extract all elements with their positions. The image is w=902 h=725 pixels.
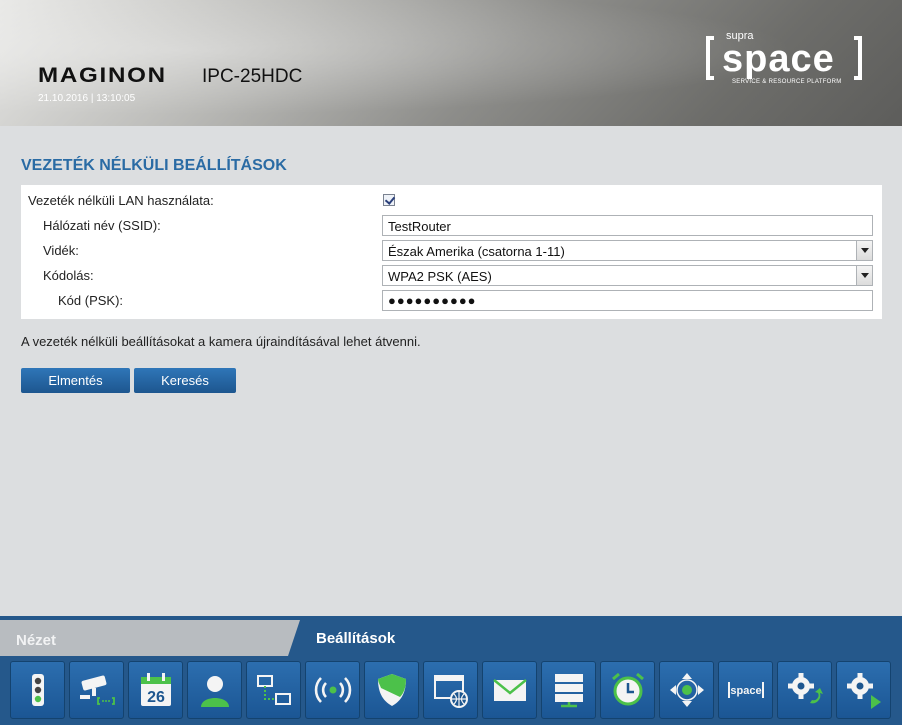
restart-note: A vezeték nélküli beállításokat a kamera… — [21, 334, 421, 349]
svg-text:space: space — [730, 685, 761, 697]
wlan-checkbox[interactable] — [383, 194, 395, 206]
camera-icon[interactable] — [69, 661, 124, 719]
mail-icon[interactable] — [482, 661, 537, 719]
ptz-control-icon[interactable] — [659, 661, 714, 719]
wlan-label: Vezeték nélküli LAN használata: — [28, 193, 214, 208]
encryption-value: WPA2 PSK (AES) — [388, 269, 492, 284]
svg-text:26: 26 — [147, 689, 165, 706]
tab-view[interactable]: Nézet — [0, 620, 300, 656]
main-content: VEZETÉK NÉLKÜLI BEÁLLÍTÁSOK Vezeték nélk… — [0, 126, 902, 616]
settings-gear-icon[interactable] — [777, 661, 832, 719]
calendar-icon[interactable]: 26 — [128, 661, 183, 719]
row-region: Vidék: Észak Amerika (csatorna 1-11) — [21, 239, 882, 263]
supra-space-icon[interactable]: space — [718, 661, 773, 719]
save-button[interactable]: Elmentés — [21, 368, 130, 393]
region-value: Észak Amerika (csatorna 1-11) — [388, 244, 565, 259]
row-wlan: Vezeték nélküli LAN használata: — [21, 189, 882, 213]
psk-label: Kód (PSK): — [58, 293, 124, 308]
encryption-label: Kódolás: — [43, 268, 94, 283]
status-light-icon[interactable] — [10, 661, 65, 719]
psk-password-input[interactable]: ●●●●●●●●●● — [382, 290, 873, 311]
row-encryption: Kódolás: WPA2 PSK (AES) — [21, 264, 882, 288]
web-settings-icon[interactable] — [423, 661, 478, 719]
page-title: VEZETÉK NÉLKÜLI BEÁLLÍTÁSOK — [21, 157, 287, 174]
tab-view-label: Nézet — [16, 632, 57, 649]
wireless-icon[interactable] — [305, 661, 360, 719]
row-ssid: Hálózati név (SSID): TestRouter — [21, 214, 882, 238]
settings-toolbar: 26 space — [0, 660, 902, 725]
alarm-clock-icon[interactable] — [600, 661, 655, 719]
ssid-input[interactable]: TestRouter — [382, 215, 873, 236]
logo-tagline: SERVICE & RESOURCE PLATFORM — [732, 79, 842, 85]
bottom-bar: Nézet Beállítások 26 space — [0, 616, 902, 725]
wireless-settings-panel: Vezeték nélküli LAN használata: Hálózati… — [21, 185, 882, 319]
region-select[interactable]: Észak Amerika (csatorna 1-11) — [382, 240, 873, 261]
row-psk: Kód (PSK): ●●●●●●●●●● — [21, 289, 882, 313]
logo-word: space — [722, 38, 835, 80]
network-icon[interactable] — [246, 661, 301, 719]
settings-next-icon[interactable] — [836, 661, 891, 719]
chevron-down-icon[interactable] — [856, 241, 872, 260]
shield-icon[interactable] — [364, 661, 419, 719]
search-button[interactable]: Keresés — [134, 368, 236, 393]
storage-icon[interactable] — [541, 661, 596, 719]
supra-space-logo: supra space SERVICE & RESOURCE PLATFORM — [706, 30, 862, 90]
brand-logo: MAGINON — [38, 64, 167, 87]
camera-model: IPC-25HDC — [202, 66, 303, 87]
datetime: 21.10.2016 | 13:10:05 — [38, 93, 136, 104]
region-label: Vidék: — [43, 243, 79, 258]
user-icon[interactable] — [187, 661, 242, 719]
encryption-select[interactable]: WPA2 PSK (AES) — [382, 265, 873, 286]
header: MAGINON IPC-25HDC 21.10.2016 | 13:10:05 … — [0, 0, 902, 126]
tab-settings[interactable]: Beállítások — [316, 630, 395, 647]
ssid-label: Hálózati név (SSID): — [43, 218, 161, 233]
chevron-down-icon[interactable] — [856, 266, 872, 285]
